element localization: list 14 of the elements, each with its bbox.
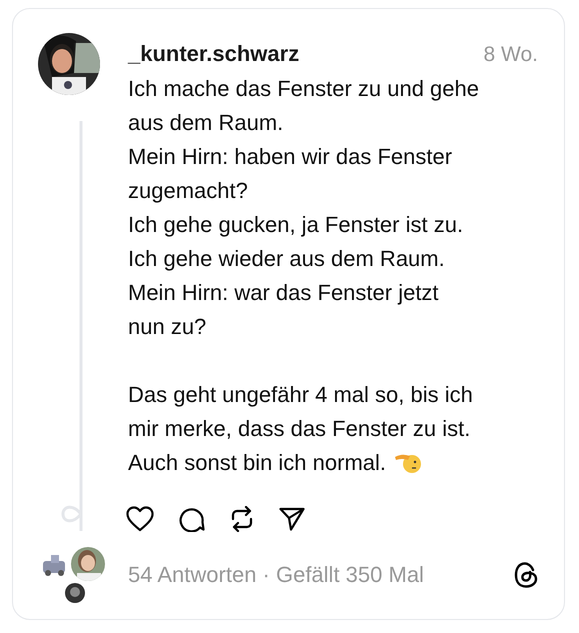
post-text-line: Ich mache das Fenster zu und gehe aus dem Raum.: [128, 75, 480, 137]
heart-icon[interactable]: [126, 506, 154, 532]
repost-icon[interactable]: [230, 506, 254, 532]
post-text-line: Ich gehe gucken, ja Fenster ist zu.: [128, 211, 464, 239]
threads-logo-icon[interactable]: [514, 562, 538, 588]
post-time: 8 Wo.: [484, 42, 538, 68]
post-text-line: Das geht ungefähr 4 mal so, bis ich mir merke, dass das Fenster zu ist.: [128, 381, 474, 443]
send-icon[interactable]: [279, 507, 305, 531]
post-text-line: Mein Hirn: war das Fenster jetzt nun zu?: [128, 279, 440, 341]
post-text-line: Auch sonst bin ich normal.: [128, 449, 386, 477]
comment-icon[interactable]: [179, 506, 205, 532]
post-text-line: Ich gehe wieder aus dem Raum.: [128, 245, 446, 273]
username[interactable]: _kunter.schwarz: [128, 41, 300, 67]
post-text-line: Mein Hirn: haben wir das Fenster zugemacht?: [128, 143, 454, 205]
